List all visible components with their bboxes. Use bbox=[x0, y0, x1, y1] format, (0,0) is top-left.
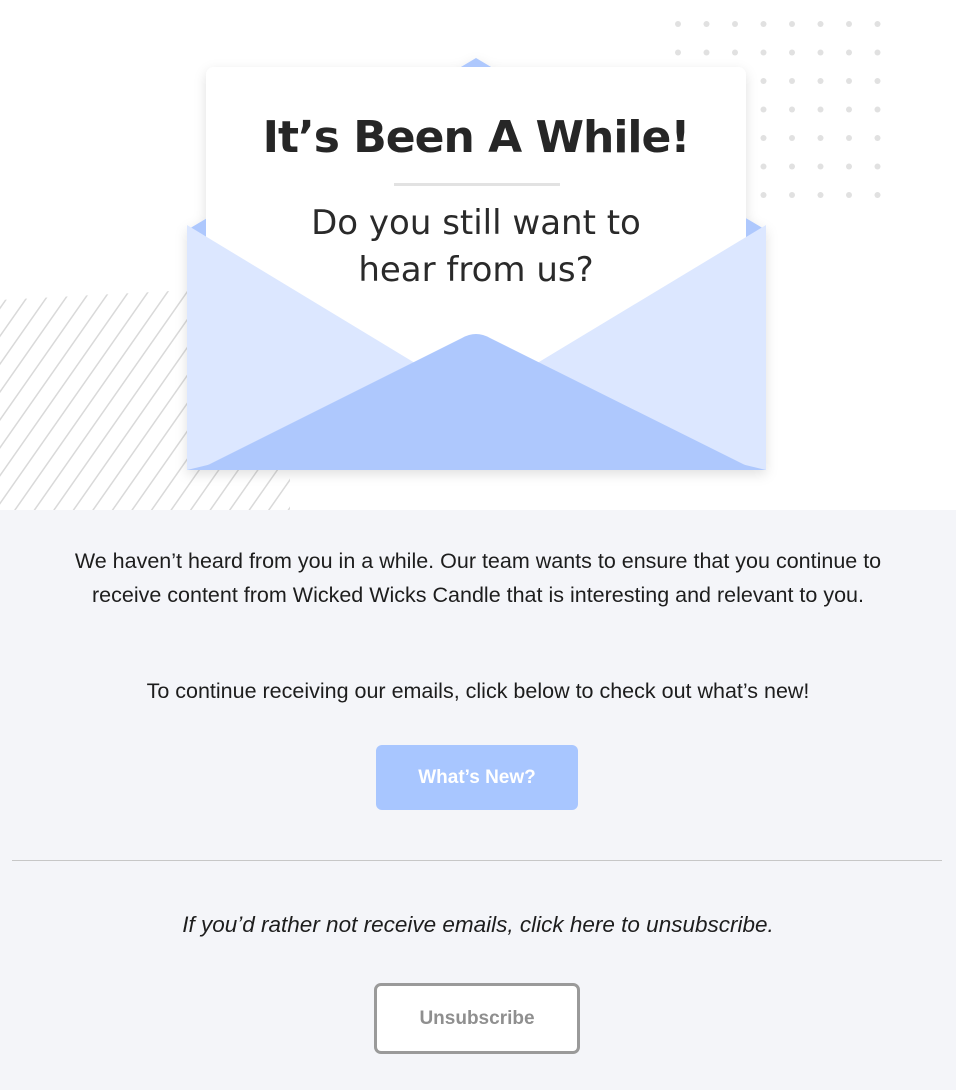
cta-paragraph: To continue receiving our emails, click … bbox=[146, 679, 810, 703]
intro-paragraph: We haven’t heard from you in a while. Ou… bbox=[74, 549, 882, 607]
letter-subtitle: Do you still want to hear from us? bbox=[206, 200, 746, 294]
whats-new-button[interactable]: What’s New? bbox=[376, 745, 578, 810]
letter-divider bbox=[394, 183, 560, 186]
hero-banner: It’s Been A While! Do you still want to … bbox=[0, 0, 956, 510]
unsubscribe-text: If you’d rather not receive emails, clic… bbox=[182, 912, 774, 937]
letter-title: It’s Been A While! bbox=[262, 112, 691, 163]
letter-subtitle-line1: Do you still want to bbox=[311, 203, 641, 243]
letter-subtitle-line2: hear from us? bbox=[358, 250, 594, 290]
unsubscribe-button[interactable]: Unsubscribe bbox=[374, 983, 580, 1054]
section-divider bbox=[12, 860, 942, 861]
email-body: We haven’t heard from you in a while. Ou… bbox=[0, 510, 956, 1090]
